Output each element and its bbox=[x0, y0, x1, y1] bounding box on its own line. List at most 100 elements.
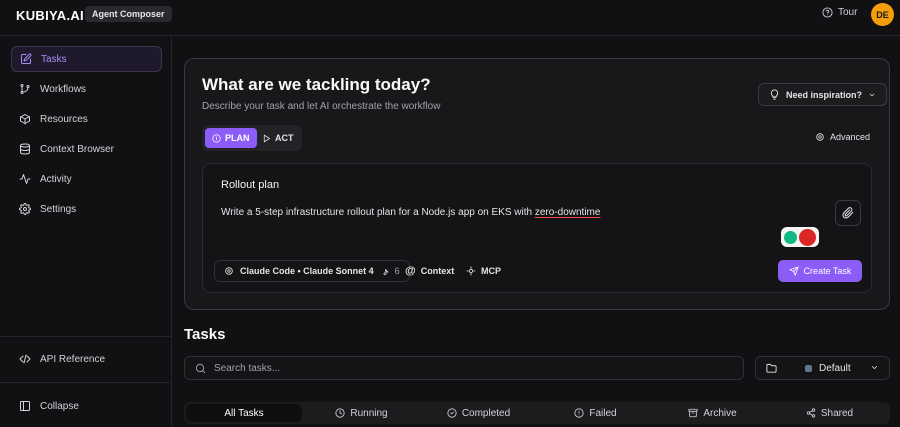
check-circle-icon bbox=[447, 408, 457, 418]
chevron-down-icon bbox=[871, 366, 878, 369]
task-title[interactable]: Rollout plan bbox=[221, 179, 279, 191]
advanced-label: Advanced bbox=[830, 132, 871, 142]
tour-button[interactable]: Tour bbox=[822, 7, 857, 18]
search-input[interactable]: Search tasks... bbox=[214, 363, 280, 374]
wrench-icon bbox=[383, 268, 388, 275]
attach-button[interactable] bbox=[835, 200, 861, 226]
create-task-button[interactable]: Create Task bbox=[778, 260, 862, 282]
gear-icon bbox=[225, 267, 233, 275]
code-icon bbox=[19, 354, 31, 364]
cube-icon bbox=[20, 114, 30, 125]
sidebar-divider bbox=[0, 336, 172, 337]
sidebar-item-label: Context Browser bbox=[40, 143, 114, 155]
context-label: Context bbox=[420, 266, 455, 276]
main-content: What are we tackling today? Describe you… bbox=[172, 36, 900, 427]
plug-icon bbox=[466, 266, 476, 276]
gear-icon bbox=[19, 203, 31, 215]
tab-label: Shared bbox=[820, 407, 854, 419]
act-label: ACT bbox=[275, 133, 294, 143]
tab-completed[interactable]: Completed bbox=[420, 404, 537, 422]
tab-running[interactable]: Running bbox=[303, 404, 420, 422]
lightbulb-icon bbox=[770, 89, 779, 100]
sidebar: Tasks Workflows Resources Context Browse… bbox=[0, 36, 172, 427]
tab-archive[interactable]: Archive bbox=[654, 404, 771, 422]
extension-icon-green bbox=[784, 230, 797, 244]
sidebar-item-label: Workflows bbox=[40, 83, 86, 95]
play-icon bbox=[263, 134, 270, 142]
task-description-text: Write a 5-step infrastructure rollout pl… bbox=[221, 207, 535, 218]
agent-composer-badge: Agent Composer bbox=[85, 6, 172, 22]
sidebar-item-tasks[interactable]: Tasks bbox=[11, 46, 162, 72]
sidebar-collapse-icon bbox=[20, 401, 30, 411]
collapse-button[interactable]: Collapse bbox=[11, 393, 162, 419]
at-sign-icon: @ bbox=[405, 265, 416, 277]
advanced-button[interactable]: Advanced bbox=[815, 132, 870, 142]
search-icon bbox=[195, 363, 206, 373]
sidebar-item-label: Settings bbox=[40, 203, 77, 215]
sidebar-item-activity[interactable]: Activity bbox=[11, 166, 162, 192]
tab-label: Completed bbox=[461, 407, 511, 419]
sidebar-divider bbox=[0, 382, 172, 383]
clock-icon bbox=[335, 408, 345, 418]
chevron-down-icon bbox=[869, 93, 875, 96]
top-bar: KUBIYA.AI Agent Composer Tour DE bbox=[0, 0, 900, 36]
archive-icon bbox=[688, 408, 698, 418]
tasks-heading: Tasks bbox=[184, 326, 226, 343]
activity-icon bbox=[19, 174, 31, 184]
help-circle-icon bbox=[822, 7, 833, 18]
model-label: Claude Code • Claude Sonnet 4 bbox=[240, 266, 374, 276]
tools-count: 6 bbox=[394, 266, 400, 276]
extension-badge[interactable] bbox=[781, 227, 819, 247]
mode-toggle: PLAN ACT bbox=[202, 125, 302, 151]
api-reference-label: API Reference bbox=[40, 353, 106, 365]
task-input-panel[interactable]: Rollout plan Write a 5-step infrastructu… bbox=[202, 163, 872, 293]
task-composer-card: What are we tackling today? Describe you… bbox=[184, 58, 890, 310]
mcp-label: MCP bbox=[481, 266, 501, 276]
api-reference-link[interactable]: API Reference bbox=[11, 346, 162, 372]
sidebar-item-resources[interactable]: Resources bbox=[11, 106, 162, 132]
page-subtitle: Describe your task and let AI orchestrat… bbox=[202, 101, 441, 112]
tour-label: Tour bbox=[838, 7, 858, 18]
sidebar-item-label: Resources bbox=[40, 113, 88, 125]
need-inspiration-button[interactable]: Need inspiration? bbox=[758, 83, 888, 106]
sidebar-item-workflows[interactable]: Workflows bbox=[11, 76, 162, 102]
tab-all-tasks[interactable]: All Tasks bbox=[186, 404, 302, 422]
search-field[interactable]: Search tasks... bbox=[184, 356, 744, 380]
share-icon bbox=[806, 408, 816, 418]
tab-failed[interactable]: Failed bbox=[537, 404, 654, 422]
gear-icon bbox=[816, 133, 824, 141]
create-task-label: Create Task bbox=[803, 266, 852, 276]
extension-icon-red bbox=[799, 228, 816, 246]
sidebar-item-context-browser[interactable]: Context Browser bbox=[11, 136, 162, 162]
checkbox-edit-icon bbox=[21, 53, 32, 64]
model-selector[interactable]: Claude Code • Claude Sonnet 4 6 bbox=[214, 260, 410, 282]
app-logo[interactable]: KUBIYA.AI bbox=[16, 8, 84, 23]
task-description[interactable]: Write a 5-step infrastructure rollout pl… bbox=[221, 207, 600, 218]
tab-label: Archive bbox=[703, 407, 737, 419]
paperclip-icon bbox=[842, 207, 854, 219]
database-icon bbox=[20, 143, 30, 155]
need-inspiration-label: Need inspiration? bbox=[786, 89, 863, 100]
project-filter-dropdown[interactable]: Default bbox=[755, 356, 890, 380]
tab-shared[interactable]: Shared bbox=[771, 404, 888, 422]
project-color-swatch bbox=[805, 364, 812, 372]
tab-label: Failed bbox=[589, 407, 617, 419]
task-description-underlined: zero-downtime bbox=[534, 207, 601, 218]
git-branch-icon bbox=[20, 84, 30, 94]
plan-label: PLAN bbox=[225, 133, 250, 143]
collapse-label: Collapse bbox=[40, 400, 79, 412]
plan-icon bbox=[212, 133, 221, 143]
task-tabs: All Tasks Running Completed Failed Archi… bbox=[184, 402, 890, 424]
sidebar-item-settings[interactable]: Settings bbox=[11, 196, 162, 222]
page-title: What are we tackling today? bbox=[202, 75, 431, 94]
alert-circle-icon bbox=[574, 408, 584, 418]
context-button[interactable]: @ Context bbox=[405, 260, 454, 282]
plan-mode-button[interactable]: PLAN bbox=[205, 128, 257, 148]
sidebar-item-label: Activity bbox=[40, 173, 72, 185]
mcp-button[interactable]: MCP bbox=[466, 260, 501, 282]
act-mode-button[interactable]: ACT bbox=[255, 128, 301, 148]
project-filter-value: Default bbox=[819, 362, 851, 374]
avatar[interactable]: DE bbox=[871, 3, 894, 26]
tab-label: All Tasks bbox=[224, 407, 264, 419]
folder-icon bbox=[766, 363, 777, 373]
